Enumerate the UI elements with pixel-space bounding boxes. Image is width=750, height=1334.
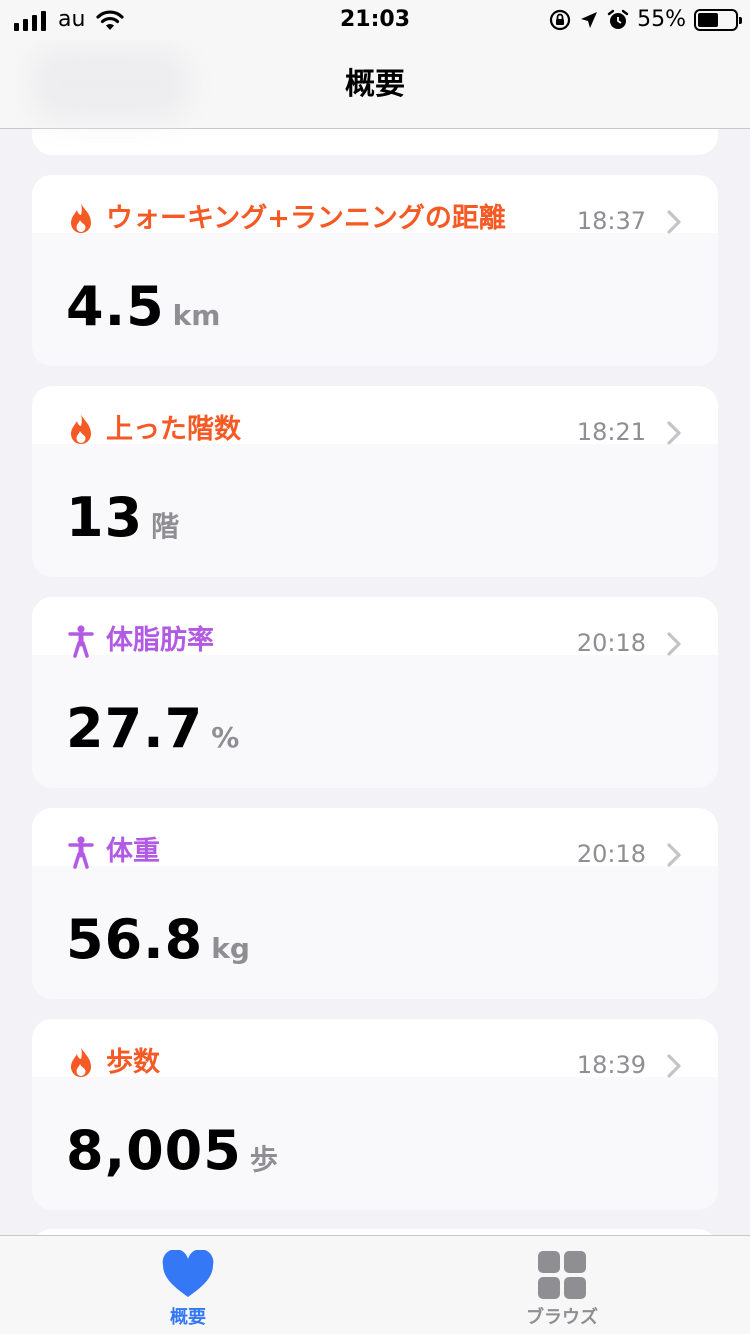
metric-unit: % xyxy=(211,721,240,754)
metric-name: 上った階数 xyxy=(106,414,241,445)
tab-browse[interactable]: ブラウズ xyxy=(462,1236,662,1334)
flame-icon xyxy=(71,414,91,444)
tab-label: ブラウズ xyxy=(526,1307,598,1328)
metric-card-steps[interactable]: 歩数 18:39 8,005 歩 xyxy=(32,1019,718,1210)
metric-time: 18:39 xyxy=(576,1051,646,1079)
chevron-right-icon xyxy=(667,632,681,656)
metric-number: 8,005 xyxy=(66,1119,242,1182)
metric-value: 13 階 xyxy=(66,486,179,550)
chevron-right-icon xyxy=(667,843,681,867)
metric-time: 18:21 xyxy=(576,418,646,446)
metric-name: ウォーキング+ランニングの距離 xyxy=(106,203,506,234)
metric-unit: 歩 xyxy=(249,1143,278,1176)
metric-unit: km xyxy=(172,299,221,332)
status-bar: au 21:03 55% xyxy=(0,0,750,40)
metric-value: 4.5 km xyxy=(66,275,220,339)
metric-time: 18:37 xyxy=(576,207,646,235)
person-figure-icon xyxy=(68,625,94,658)
orientation-lock-icon xyxy=(549,9,571,31)
metric-card-flights-climbed[interactable]: 上った階数 18:21 13 階 xyxy=(32,386,718,577)
chevron-right-icon xyxy=(667,1054,681,1078)
metric-number: 56.8 xyxy=(66,908,204,971)
flame-icon xyxy=(71,1047,91,1077)
chevron-right-icon xyxy=(667,421,681,445)
metric-card-body-weight[interactable]: 体重 20:18 56.8 kg xyxy=(32,808,718,999)
metric-number: 27.7 xyxy=(66,697,204,760)
tab-summary[interactable]: 概要 xyxy=(88,1236,288,1334)
metric-unit: kg xyxy=(211,932,250,965)
metric-value: 56.8 kg xyxy=(66,908,250,972)
metric-name: 体脂肪率 xyxy=(106,625,214,656)
metric-name: 体重 xyxy=(106,836,160,867)
page-title: 概要 xyxy=(345,67,405,102)
previous-card-partial[interactable] xyxy=(32,129,718,155)
tab-label: 概要 xyxy=(170,1307,206,1328)
battery-percent: 55% xyxy=(637,7,686,32)
metric-value: 27.7 % xyxy=(66,697,239,761)
alarm-clock-icon xyxy=(607,9,629,29)
heart-icon xyxy=(162,1250,214,1297)
metric-value: 8,005 歩 xyxy=(66,1119,278,1183)
chevron-right-icon xyxy=(667,210,681,234)
grid-icon xyxy=(538,1251,586,1299)
metric-card-walking-running-distance[interactable]: ウォーキング+ランニングの距離 18:37 4.5 km xyxy=(32,175,718,366)
person-figure-icon xyxy=(68,836,94,869)
navigation-bar: 概要 xyxy=(0,40,750,129)
location-arrow-icon xyxy=(581,12,598,28)
metric-time: 20:18 xyxy=(576,840,646,868)
status-right: 55% xyxy=(549,6,742,34)
flame-icon xyxy=(71,203,91,233)
metric-card-body-fat-percentage[interactable]: 体脂肪率 20:18 27.7 % xyxy=(32,597,718,788)
metric-number: 4.5 xyxy=(66,275,165,338)
metric-unit: 階 xyxy=(151,510,180,543)
tab-bar: 概要 ブラウズ xyxy=(0,1235,750,1334)
metric-number: 13 xyxy=(66,486,144,549)
metric-name: 歩数 xyxy=(106,1047,160,1078)
battery-icon xyxy=(694,9,742,31)
metric-time: 20:18 xyxy=(576,629,646,657)
battery-fill xyxy=(698,13,718,27)
summary-scroll-view[interactable]: ウォーキング+ランニングの距離 18:37 4.5 km 上った階数 18:21 xyxy=(0,129,750,1235)
health-app-screen: au 21:03 55% 概要 ウォーキング+ランニングの距離 18:37 4.… xyxy=(0,0,750,1334)
